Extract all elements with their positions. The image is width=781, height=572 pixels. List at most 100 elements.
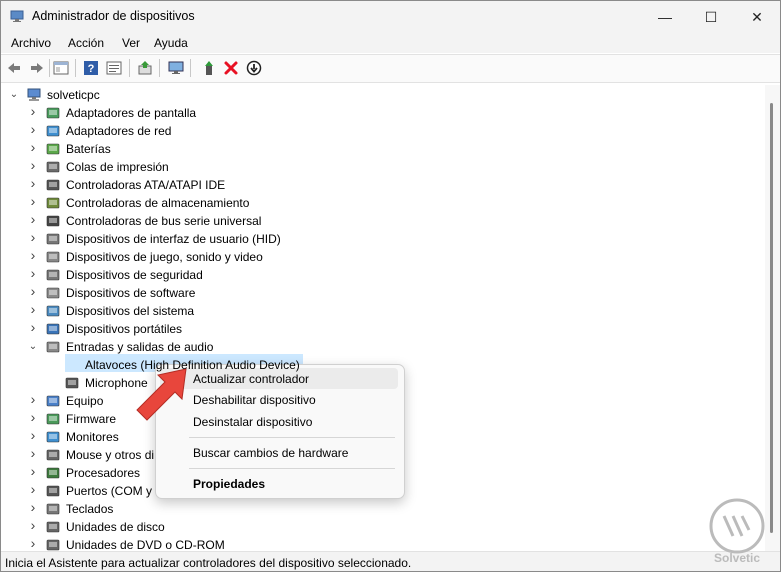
security-device-icon [46, 269, 60, 281]
tree-item-label: Controladoras de almacenamiento [66, 196, 250, 210]
tree-category-item[interactable]: › Adaptadores de pantalla [1, 104, 765, 122]
tree-category-item[interactable]: › Unidades de DVD o CD-ROM [1, 536, 765, 551]
software-device-icon [46, 287, 60, 299]
monitor-icon [46, 431, 60, 443]
disable-device-icon[interactable] [245, 59, 263, 77]
chevron-down-icon[interactable]: ⌄ [28, 341, 38, 353]
enable-device-icon[interactable] [200, 59, 218, 77]
tree-item-label: Dispositivos de interfaz de usuario (HID… [66, 232, 281, 246]
monitor-icon[interactable] [167, 59, 185, 77]
tree-category-item[interactable]: › Dispositivos de interfaz de usuario (HI… [1, 230, 765, 248]
chevron-right-icon[interactable]: › [28, 320, 38, 334]
menu-item-label: Propiedades [193, 477, 266, 491]
chevron-right-icon[interactable]: › [28, 392, 38, 406]
help-icon[interactable]: ? [82, 59, 100, 77]
menu-item-properties[interactable]: Propiedades [160, 473, 398, 494]
tree-category-item[interactable]: › Colas de impresión [1, 158, 765, 176]
chevron-right-icon[interactable]: › [28, 212, 38, 226]
chevron-down-icon[interactable]: ⌄ [9, 89, 19, 101]
device-manager-icon [10, 10, 24, 22]
maximize-button[interactable]: ☐ [688, 1, 734, 33]
tree-category-item[interactable]: › Unidades de disco [1, 518, 765, 536]
tree-category-item[interactable]: › Adaptadores de red [1, 122, 765, 140]
context-menu: Actualizar controlador Deshabilitar disp… [155, 364, 405, 499]
svg-text:Solvetic: Solvetic [714, 551, 760, 565]
properties-icon[interactable] [105, 59, 123, 77]
menu-item-label: Desinstalar dispositivo [193, 415, 313, 429]
tree-item-label: Dispositivos de juego, sonido y video [66, 250, 263, 264]
chevron-right-icon[interactable]: › [28, 500, 38, 514]
printer-icon [46, 161, 60, 173]
toolbar-separator [49, 59, 50, 77]
chevron-right-icon[interactable]: › [28, 302, 38, 316]
menu-separator [189, 468, 395, 469]
tree-item-label: Controladoras de bus serie universal [66, 214, 262, 228]
chevron-right-icon[interactable]: › [28, 158, 38, 172]
tree-category-item[interactable]: › Dispositivos de software [1, 284, 765, 302]
uninstall-icon[interactable] [222, 59, 240, 77]
menu-ayuda[interactable]: Ayuda [154, 36, 188, 50]
chevron-right-icon[interactable]: › [28, 284, 38, 298]
tree-category-item[interactable]: › Controladoras de almacenamiento [1, 194, 765, 212]
show-hide-icon[interactable] [52, 59, 70, 77]
tree-item-label: Dispositivos del sistema [66, 304, 195, 318]
tree-item-label: Unidades de disco [66, 520, 165, 534]
chevron-right-icon[interactable]: › [28, 428, 38, 442]
menu-accion[interactable]: Acción [68, 36, 104, 50]
tree-item-label: Teclados [66, 502, 114, 516]
title-bar[interactable]: Administrador de dispositivos — ☐ ✕ [1, 1, 780, 33]
chevron-right-icon[interactable]: › [28, 482, 38, 496]
tree-category-item[interactable]: › Dispositivos de juego, sonido y video [1, 248, 765, 266]
port-icon [46, 485, 60, 497]
update-driver-icon[interactable] [136, 59, 154, 77]
chevron-right-icon[interactable]: › [28, 446, 38, 460]
chevron-right-icon[interactable]: › [28, 230, 38, 244]
back-icon[interactable] [5, 59, 23, 77]
tree-category-item[interactable]: › Dispositivos de seguridad [1, 266, 765, 284]
chevron-right-icon[interactable]: › [28, 122, 38, 136]
chevron-right-icon[interactable]: › [28, 104, 38, 118]
chevron-right-icon[interactable]: › [28, 464, 38, 478]
chevron-right-icon[interactable]: › [28, 248, 38, 262]
device-manager-window: Administrador de dispositivos — ☐ ✕ Arch… [0, 0, 781, 572]
chevron-right-icon[interactable]: › [28, 518, 38, 532]
computer-icon [27, 88, 41, 101]
menu-archivo[interactable]: Archivo [11, 36, 51, 50]
tree-root[interactable]: ⌄ solveticpc [1, 86, 765, 104]
dvd-drive-icon [46, 539, 60, 551]
status-text: Inicia el Asistente para actualizar cont… [5, 556, 412, 570]
tree-category-item[interactable]: › Dispositivos portátiles [1, 320, 765, 338]
forward-icon[interactable] [28, 59, 46, 77]
status-bar: Inicia el Asistente para actualizar cont… [1, 551, 780, 571]
chevron-right-icon[interactable]: › [28, 410, 38, 424]
tree-category-item[interactable]: › Controladoras ATA/ATAPI IDE [1, 176, 765, 194]
chevron-right-icon[interactable]: › [28, 176, 38, 190]
chevron-right-icon[interactable]: › [28, 266, 38, 280]
storage-controller-icon [46, 197, 60, 209]
menu-item-label: Buscar cambios de hardware [193, 446, 349, 460]
tree-category-item[interactable]: › Controladoras de bus serie universal [1, 212, 765, 230]
close-button[interactable]: ✕ [734, 1, 780, 33]
vertical-scrollbar[interactable] [765, 85, 780, 551]
tree-item-label: Equipo [66, 394, 104, 408]
tree-item-label: Firmware [66, 412, 116, 426]
menu-item-uninstall-device[interactable]: Desinstalar dispositivo [160, 411, 398, 432]
keyboard-icon [46, 503, 60, 515]
microphone-icon [65, 377, 79, 389]
tree-category-item[interactable]: › Baterías [1, 140, 765, 158]
tree-item-label: Altavoces (High Definition Audio Device) [85, 358, 300, 372]
menu-item-scan-hardware[interactable]: Buscar cambios de hardware [160, 442, 398, 463]
chevron-right-icon[interactable]: › [28, 140, 38, 154]
menu-item-disable-device[interactable]: Deshabilitar dispositivo [160, 389, 398, 410]
tree-item-label: Colas de impresión [66, 160, 169, 174]
menu-item-label: Deshabilitar dispositivo [193, 393, 316, 407]
tree-category-item[interactable]: › Dispositivos del sistema [1, 302, 765, 320]
minimize-button[interactable]: — [642, 1, 688, 33]
chevron-right-icon[interactable]: › [28, 536, 38, 550]
processor-icon [46, 467, 60, 479]
ide-controller-icon [46, 179, 60, 191]
tree-category-item[interactable]: › Teclados [1, 500, 765, 518]
menu-ver[interactable]: Ver [122, 36, 140, 50]
scrollbar-thumb[interactable] [770, 103, 773, 533]
chevron-right-icon[interactable]: › [28, 194, 38, 208]
